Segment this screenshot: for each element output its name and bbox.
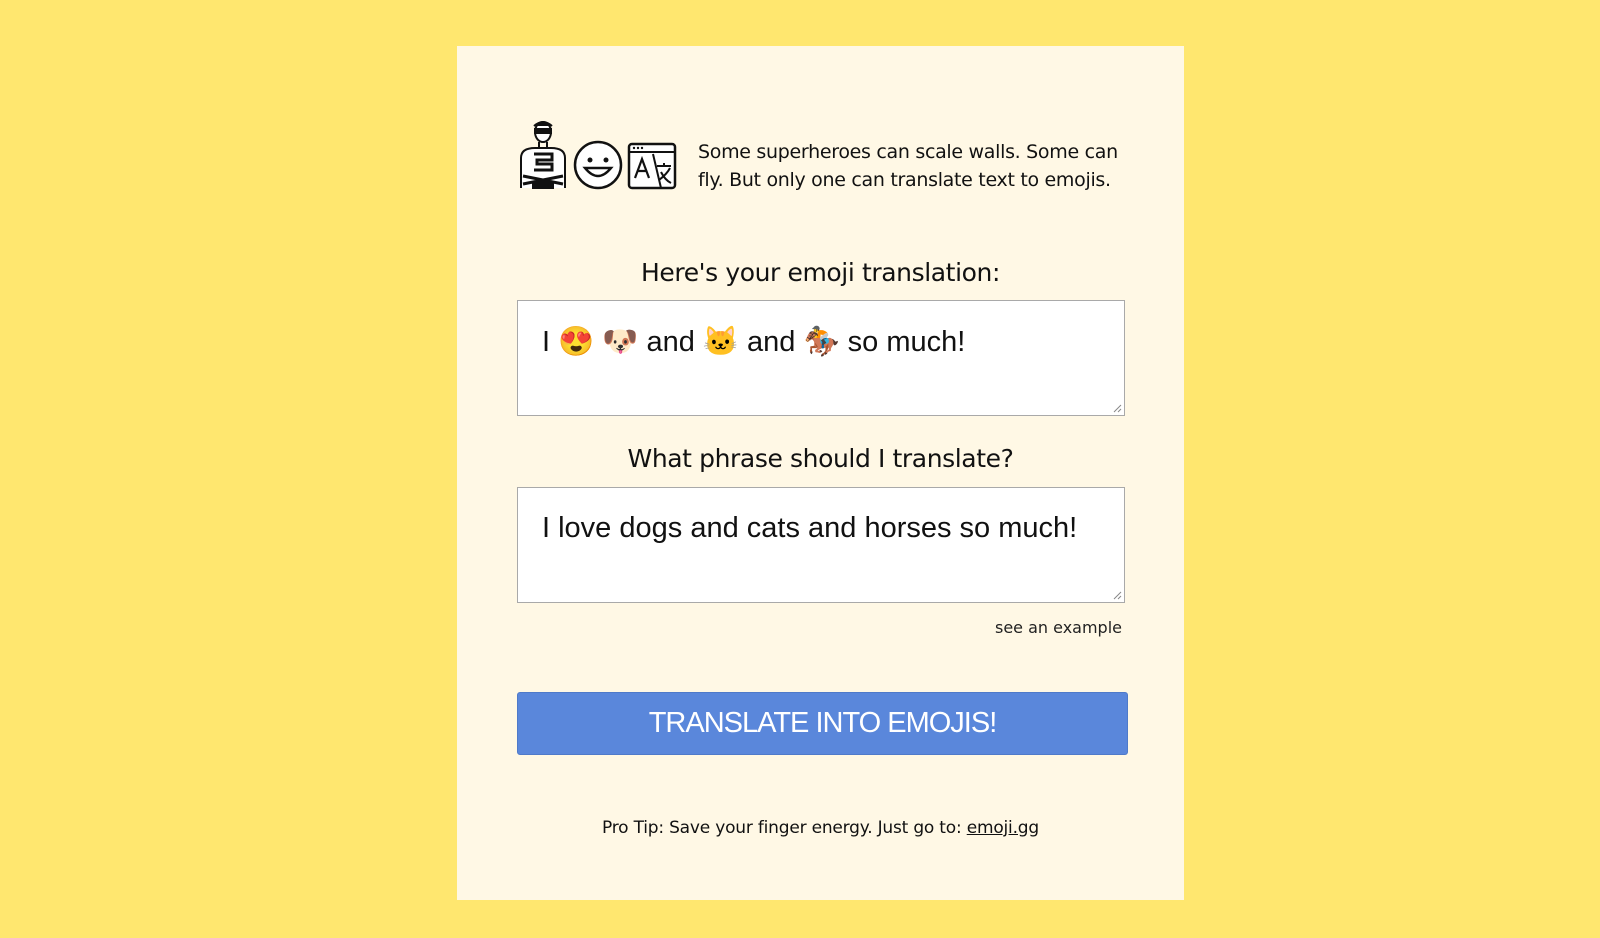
emoji-gg-link[interactable]: emoji.gg	[967, 818, 1039, 838]
intro-icons	[517, 118, 677, 190]
pro-tip: Pro Tip: Save your finger energy. Just g…	[457, 818, 1184, 838]
main-card: Some superheroes can scale walls. Some c…	[457, 46, 1184, 900]
translate-icon	[627, 142, 677, 190]
superhero-icon	[520, 121, 566, 189]
input-label: What phrase should I translate?	[627, 444, 1014, 473]
grinning-face-icon	[573, 140, 623, 190]
resize-grip-icon[interactable]	[1112, 590, 1122, 600]
pro-tip-text: Pro Tip: Save your finger energy. Just g…	[602, 818, 967, 838]
phrase-input-textarea[interactable]: I love dogs and cats and horses so much!	[517, 487, 1125, 603]
output-label: Here's your emoji translation:	[640, 258, 1000, 287]
emoji-output-value: I 😍 🐶 and 🐱 and 🏇 so much!	[542, 326, 966, 358]
resize-grip-icon[interactable]	[1112, 403, 1122, 413]
intro-text: Some superheroes can scale walls. Some c…	[698, 141, 1118, 191]
translate-button[interactable]: TRANSLATE INTO EMOJIS!	[517, 692, 1128, 755]
phrase-input-value: I love dogs and cats and horses so much!	[542, 512, 1078, 544]
see-example-link[interactable]: see an example	[995, 618, 1122, 637]
emoji-output-textarea[interactable]: I 😍 🐶 and 🐱 and 🏇 so much!	[517, 300, 1125, 416]
